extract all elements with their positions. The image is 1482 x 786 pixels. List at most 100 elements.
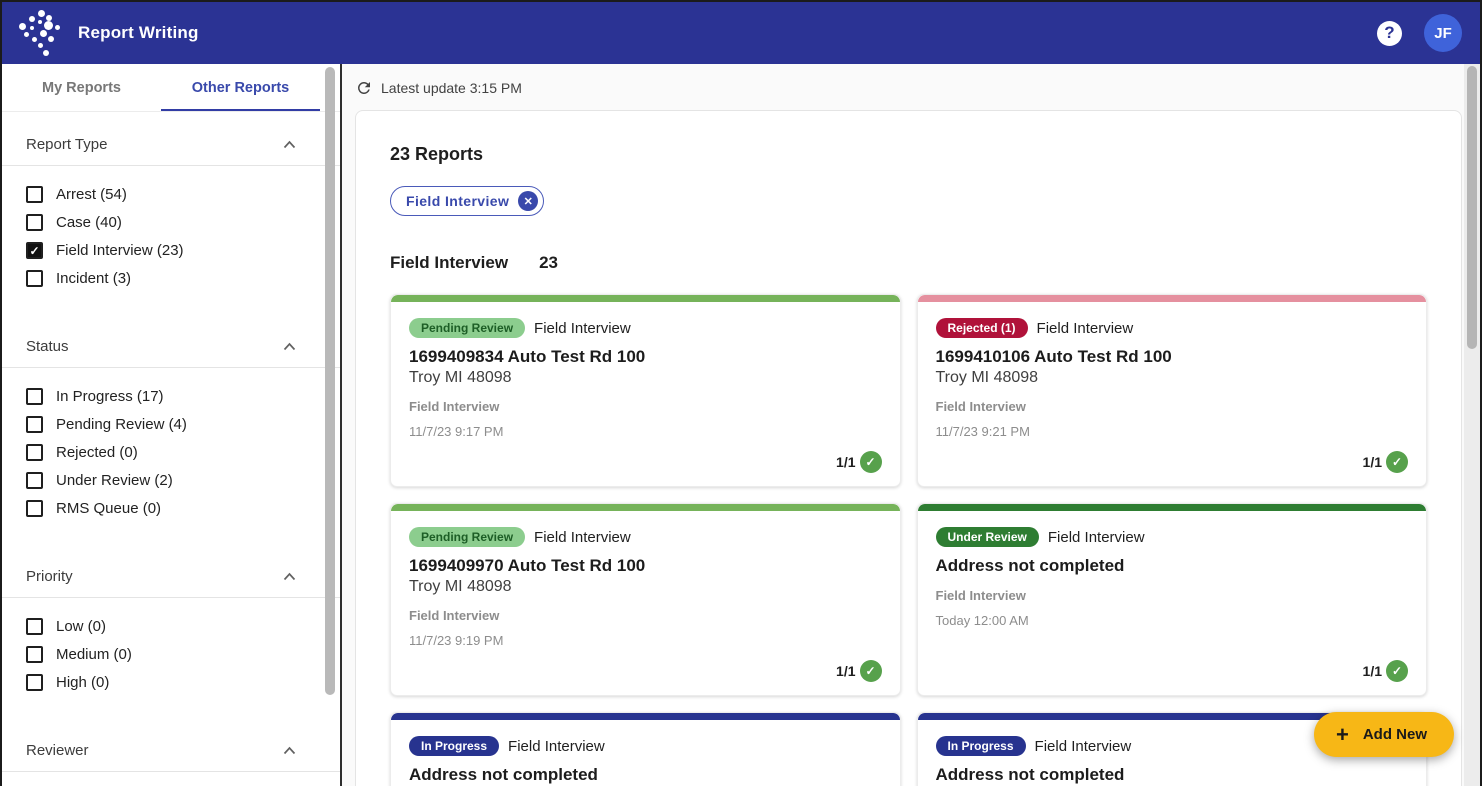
filter-option-under-review-2[interactable]: Under Review (2) [26,472,340,489]
group-count: 23 [539,253,558,273]
filter-section-title: Priority [26,568,73,585]
filter-section-title: Reviewer [26,742,89,759]
card-status-accent-bar [918,295,1427,302]
filter-option-arrest-54[interactable]: Arrest (54) [26,186,340,203]
card-report-type: Field Interview [534,320,631,337]
filter-option-high-0[interactable]: High (0) [26,674,340,691]
checkbox[interactable] [26,444,43,461]
checkbox[interactable] [26,618,43,635]
report-card[interactable]: In Progress Field Interview Address not … [390,712,901,786]
card-title: 1699409834 Auto Test Rd 100 [409,347,882,367]
card-status-accent-bar [391,295,900,302]
card-title: 1699409970 Auto Test Rd 100 [409,556,882,576]
filter-option-label: Case (40) [56,214,122,231]
main-scrollbar-track[interactable] [1464,64,1480,786]
filter-option-incident-3[interactable]: Incident (3) [26,270,340,287]
card-title: Address not completed [936,556,1409,576]
help-icon[interactable]: ? [1377,21,1402,46]
filter-section-header[interactable]: Status [2,322,340,367]
status-badge: Under Review [936,527,1039,547]
checkbox[interactable] [26,186,43,203]
card-title: 1699410106 Auto Test Rd 100 [936,347,1409,367]
card-subtitle: Troy MI 48098 [409,578,882,596]
report-card[interactable]: Pending Review Field Interview 169940983… [390,294,901,487]
checkbox[interactable] [26,242,43,259]
app-logo-icon [16,9,64,57]
refresh-icon[interactable] [355,79,373,97]
filter-option-label: Field Interview (23) [56,242,184,259]
add-new-label: Add New [1363,726,1427,743]
chevron-up-icon[interactable] [283,572,296,581]
filter-option-label: Pending Review (4) [56,416,187,433]
sidebar-scrollbar-thumb[interactable] [325,67,335,695]
filter-option-field-interview-23[interactable]: Field Interview (23) [26,242,340,259]
card-date: 11/7/23 9:19 PM [409,633,882,648]
filter-option-label: High (0) [56,674,109,691]
tab-other-reports[interactable]: Other Reports [161,64,320,111]
card-type-label: Field Interview [936,399,1409,414]
tab-my-reports[interactable]: My Reports [2,64,161,111]
filter-section-header[interactable]: Report Type [2,120,340,165]
filter-chip-field-interview[interactable]: Field Interview ✕ [390,186,544,216]
report-card[interactable]: Rejected (1) Field Interview 1699410106 … [917,294,1428,487]
checkbox[interactable] [26,388,43,405]
checkbox[interactable] [26,416,43,433]
reports-panel: 23 Reports Field Interview ✕ Field Inter… [355,110,1462,786]
chevron-up-icon[interactable] [283,342,296,351]
card-type-label: Field Interview [936,588,1409,603]
divider [2,771,340,772]
chip-remove-icon[interactable]: ✕ [518,191,538,211]
last-update-text: Latest update 3:15 PM [381,80,522,96]
checkbox[interactable] [26,674,43,691]
filter-option-in-progress-17[interactable]: In Progress (17) [26,388,340,405]
filter-option-rejected-0[interactable]: Rejected (0) [26,444,340,461]
card-status-accent-bar [391,713,900,720]
add-new-button[interactable]: + Add New [1314,712,1454,757]
user-avatar[interactable]: JF [1424,14,1462,52]
checkbox[interactable] [26,270,43,287]
filter-option-label: Arrest (54) [56,186,127,203]
card-type-label: Field Interview [409,608,882,623]
status-badge: In Progress [409,736,499,756]
filter-option-low-0[interactable]: Low (0) [26,618,340,635]
report-card[interactable]: Pending Review Field Interview 169940997… [390,503,901,696]
filter-option-pending-review-4[interactable]: Pending Review (4) [26,416,340,433]
chevron-up-icon[interactable] [283,140,296,149]
checkbox[interactable] [26,646,43,663]
filter-option-rms-queue-0[interactable]: RMS Queue (0) [26,500,340,517]
filter-chip-label: Field Interview [406,193,509,209]
filter-option-label: In Progress (17) [56,388,164,405]
filter-option-label: Rejected (0) [56,444,138,461]
card-body: In Progress Field Interview Address not … [391,720,900,786]
filter-option-case-40[interactable]: Case (40) [26,214,340,231]
checkbox[interactable] [26,214,43,231]
card-body: Pending Review Field Interview 169940997… [391,511,900,695]
status-badge: In Progress [936,736,1026,756]
filter-section-priority: Priority Low (0) Medium (0) High (0) [2,552,340,716]
filter-option-medium-0[interactable]: Medium (0) [26,646,340,663]
card-date: Today 12:00 AM [936,613,1409,628]
filters-list: Report Type Arrest (54) Case (40) Field … [2,112,340,772]
card-status-accent-bar [391,504,900,511]
card-progress-count: 1/1 [1363,663,1382,679]
card-progress: 1/1 ✓ [936,439,1409,473]
checkbox[interactable] [26,500,43,517]
filter-section-header[interactable]: Reviewer [2,726,340,771]
checkbox[interactable] [26,472,43,489]
report-card[interactable]: Under Review Field Interview Address not… [917,503,1428,696]
chevron-up-icon[interactable] [283,746,296,755]
card-badge-row: Pending Review Field Interview [409,318,882,338]
main-scrollbar-thumb[interactable] [1467,66,1477,349]
card-progress: 1/1 ✓ [409,648,882,682]
card-body: Rejected (1) Field Interview 1699410106 … [918,302,1427,486]
filter-options: Low (0) Medium (0) High (0) [2,598,340,716]
check-circle-icon: ✓ [860,451,882,473]
status-badge: Pending Review [409,527,525,547]
filter-section-header[interactable]: Priority [2,552,340,597]
check-circle-icon: ✓ [1386,660,1408,682]
card-report-type: Field Interview [508,738,605,755]
card-progress: 1/1 ✓ [409,439,882,473]
filter-options: In Progress (17) Pending Review (4) Reje… [2,368,340,542]
status-badge: Pending Review [409,318,525,338]
card-date: 11/7/23 9:17 PM [409,424,882,439]
